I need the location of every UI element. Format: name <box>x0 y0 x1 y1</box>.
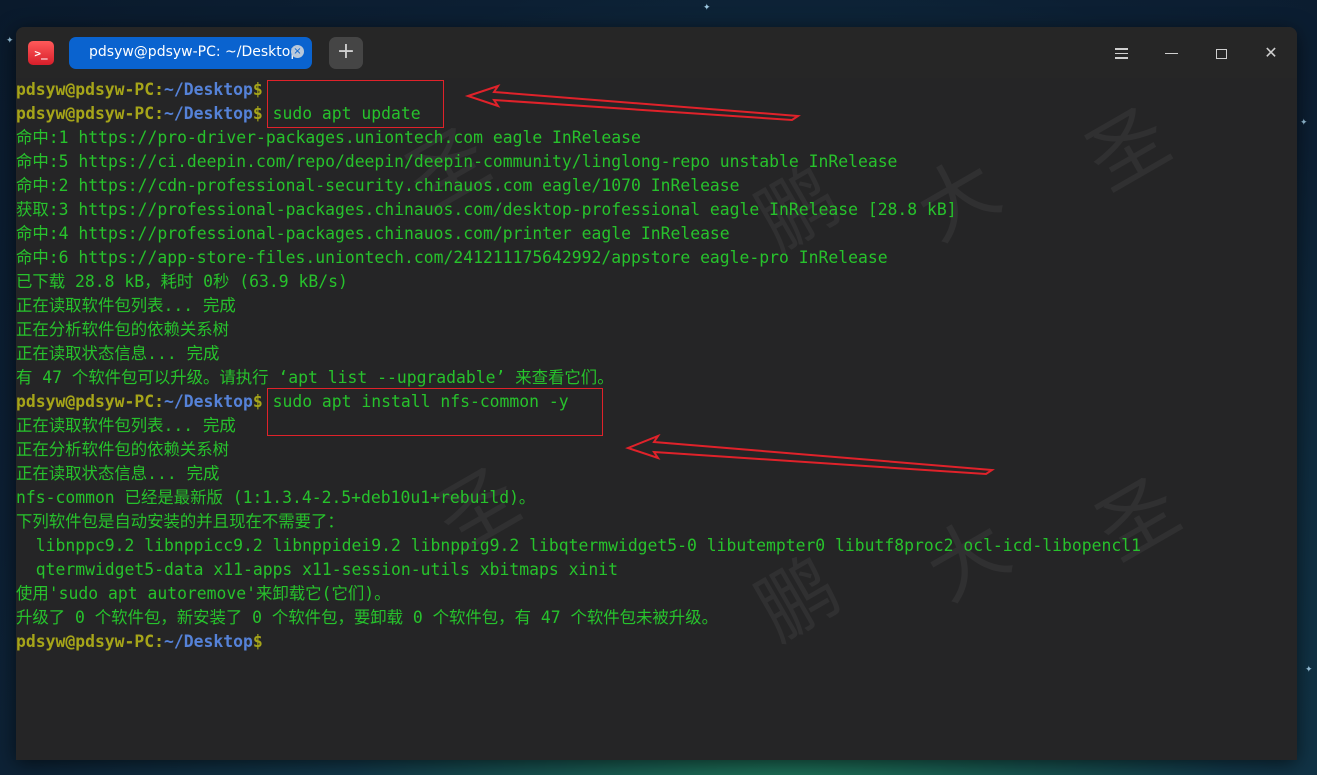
tab-terminal-session[interactable]: pdsyw@pdsyw-PC: ~/Desktop × <box>69 37 312 69</box>
star-decoration: ✦ <box>1300 118 1308 128</box>
star-decoration: ✦ <box>1305 665 1313 675</box>
minimize-icon[interactable] <box>1159 41 1183 65</box>
title-bar: >_ pdsyw@pdsyw-PC: ~/Desktop × + ✕ <box>16 27 1297 78</box>
terminal-output[interactable]: 鹏 大 圣 圣 圣 鹏 大 圣 pdsyw@pdsyw-PC:~/Desktop… <box>16 78 1297 760</box>
terminal-app-icon[interactable]: >_ <box>28 41 54 65</box>
annotation-arrow <box>625 433 995 476</box>
annotation-arrows <box>464 84 995 476</box>
star-decoration: ✦ <box>6 36 14 46</box>
tab-close-icon[interactable]: × <box>291 45 304 58</box>
annotation-arrow <box>464 84 801 122</box>
close-icon[interactable]: ✕ <box>1259 41 1283 65</box>
terminal-window: >_ pdsyw@pdsyw-PC: ~/Desktop × + ✕ 鹏 大 圣… <box>16 27 1297 760</box>
star-decoration: ✦ <box>703 3 711 13</box>
new-tab-button[interactable]: + <box>329 37 363 69</box>
tab-title: pdsyw@pdsyw-PC: ~/Desktop <box>89 44 300 60</box>
hamburger-menu-icon[interactable] <box>1109 41 1133 65</box>
maximize-icon[interactable] <box>1209 41 1233 65</box>
